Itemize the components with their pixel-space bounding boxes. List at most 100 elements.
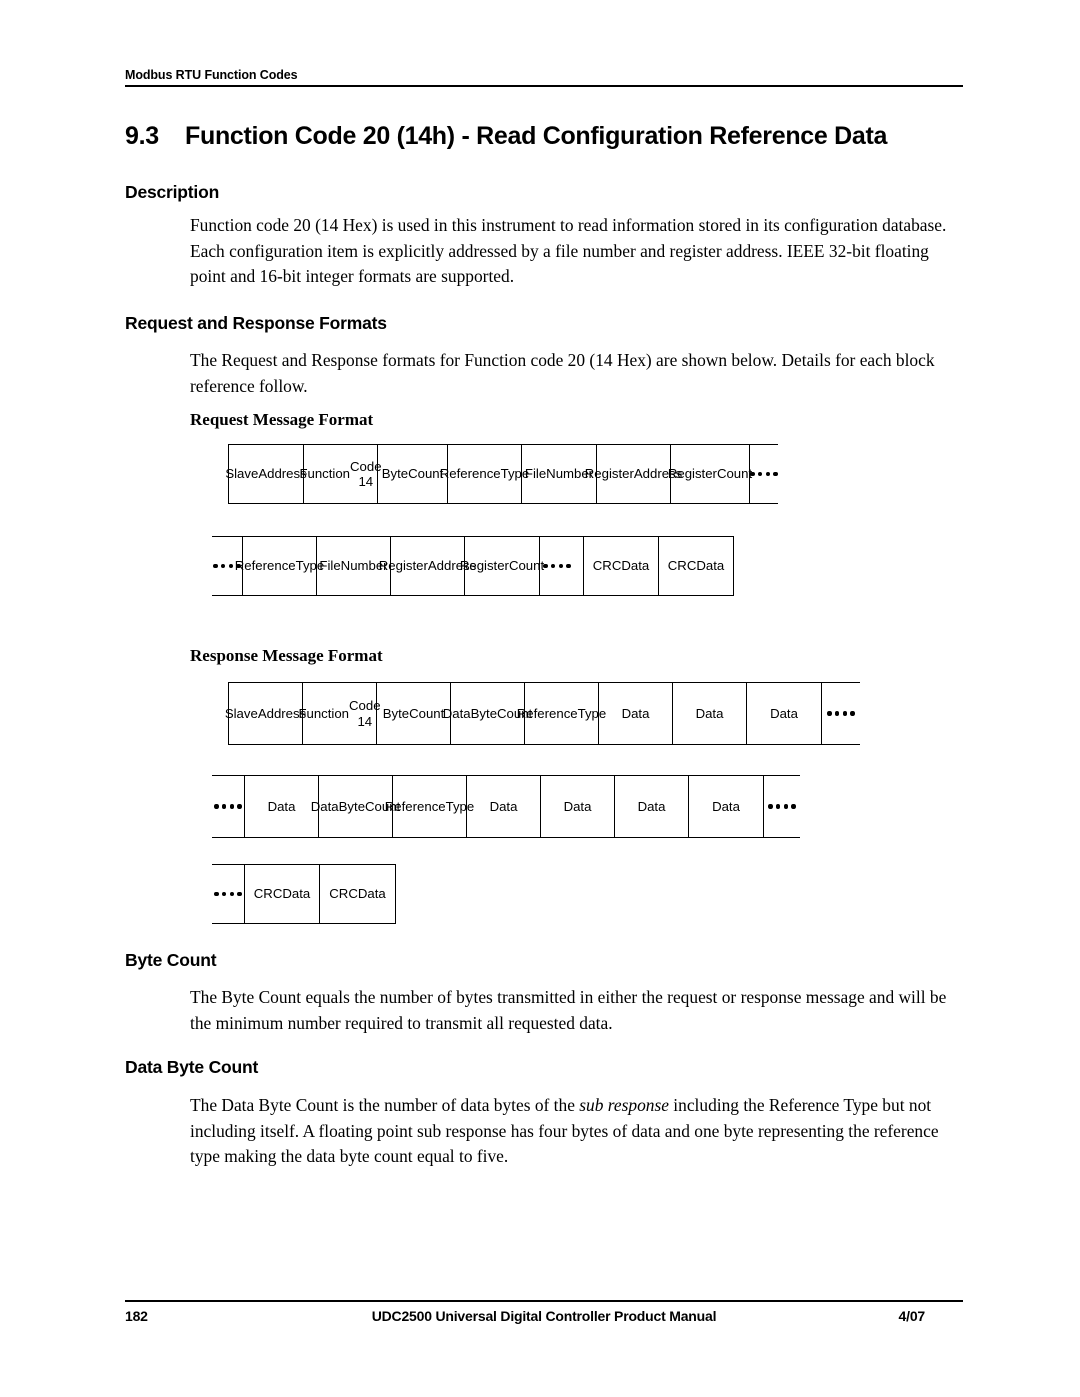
cell-line: Slave [224,705,258,721]
table-cell: Data [245,776,319,837]
cell-line: Function [298,705,350,721]
table-cell: Function Code 14 [299,445,382,503]
cell-line: Register [584,466,634,482]
request-row-2-crc-group: CRC Data CRC Data [570,536,734,596]
header-divider [125,85,963,87]
cell-line: Function [299,466,351,482]
response-row-2-leading-continuation [212,775,244,838]
table-cell: Reference Type [385,776,474,837]
footer-date: 4/07 [898,1308,926,1324]
cell-line: Reference [516,705,578,721]
cell-line: Reference [384,798,446,814]
cell-line: Byte [470,705,498,721]
cell-line: Byte [338,798,366,814]
heading-data-byte-count: Data Byte Count [125,1057,259,1077]
paragraph-description: Function code 20 (14 Hex) is used in thi… [190,215,947,286]
cell-line: Data [712,798,740,814]
dbc-text-italic: sub response [579,1095,669,1115]
table-cell: Byte Count [377,683,451,744]
table-cell: Data Byte Count [311,776,400,837]
heading-request-message-format: Request Message Format [190,410,374,429]
table-cell: Reference Type [440,445,529,503]
ellipsis-dots [214,804,242,809]
cell-line: Reference [439,466,501,482]
table-cell: Slave Address [225,445,307,503]
cell-line: Register [378,558,428,574]
cell-line: Register [667,466,717,482]
footer-divider [125,1300,963,1302]
document-page: Modbus RTU Function Codes 9.3 Function Co… [0,0,1080,1397]
cell-line: Data [770,705,798,721]
cell-line: CRC [329,886,358,902]
request-row-2-middle-continuation [540,536,574,596]
table-cell: Reference Type [517,683,606,744]
cell-line: Reference [234,558,296,574]
table-cell: Register Count [460,537,544,595]
section-number: 9.3 [125,122,159,150]
request-row-2-crc-cells: CRC Data CRC Data [583,536,734,596]
cell-line: Count [409,705,445,721]
cell-line: Count [716,466,753,482]
paragraph-byte-count: The Byte Count equals the number of byte… [190,987,947,1033]
cell-line: Data [282,886,311,902]
footer-manual-title: UDC2500 Universal Digital Controller Pro… [371,1308,717,1324]
cell-line: Count [508,558,545,574]
table-cell: CRC Data [320,865,395,923]
table-cell: Function Code 14 [298,683,381,744]
table-cell: Byte Count [378,445,448,503]
table-cell: Data [747,683,821,744]
cell-line: Data [357,886,386,902]
cell-line: Data [696,558,725,574]
page-title: 9.3 Function Code 20 (14h) - Read Configu… [125,122,985,151]
section-title-text: Function Code 20 (14h) - Read Configurat… [185,122,888,150]
response-row-1-group: Slave Address Function Code 14 Byte Count D… [224,682,860,745]
ellipsis-dots [750,471,778,477]
request-row-1-group: Slave Address Function Code 14 Byte Count R… [225,444,778,504]
response-row-3-group: CRC Data CRC Data [212,864,396,924]
cell-line: Data [267,798,296,814]
paragraph-formats: The Request and Response formats for Fun… [190,350,935,396]
heading-description: Description [125,182,220,202]
ellipsis-dots [768,804,796,809]
response-row-1-continuation [822,682,860,745]
table-cell: Register Address [585,445,682,503]
cell-line: Code 14 [349,698,381,729]
cell-line: Byte [381,466,409,482]
cell-line: Count [408,466,444,482]
table-cell: CRC Data [245,865,320,923]
ellipsis-dots [214,891,242,897]
table-cell: Data [615,776,689,837]
cell-line: Data [310,798,339,814]
response-row-2-group: Data Data Byte Count Reference Type Data Da… [212,775,800,838]
footer-row: 182 UDC2500 Universal Digital Controller… [125,1308,963,1338]
cell-line: CRC [253,886,283,902]
ellipsis-dots [827,711,855,716]
running-header: Modbus RTU Function Codes [125,68,963,87]
ellipsis-dots [543,563,571,569]
cell-line: Data [442,705,471,721]
heading-response-message-format: Response Message Format [190,646,383,665]
cell-line: Code 14 [350,458,382,490]
cell-line: Data [637,798,666,814]
response-row-1-cells: Slave Address Function Code 14 Byte Count D… [224,682,822,745]
cell-line: Slave [225,466,259,482]
request-row-1-cells: Slave Address Function Code 14 Byte Count R… [225,444,753,504]
heading-request-response-formats: Request and Response Formats [125,313,387,333]
table-cell: Reference Type [235,537,324,595]
table-cell: Data [541,776,615,837]
heading-byte-count: Byte Count [125,950,217,970]
cell-line: File [524,466,547,482]
table-cell: Register Count [667,445,753,503]
table-cell: CRC Data [584,537,659,595]
table-cell: Data [599,683,673,744]
cell-line: Data [621,558,650,574]
cell-line: CRC [667,558,697,574]
response-row-3-leading-continuation [212,864,244,924]
response-row-3-crc-cells: CRC Data CRC Data [244,864,396,924]
cell-line: Data [621,705,650,721]
table-cell: Data [673,683,747,744]
cell-line: Data [489,798,518,814]
table-cell: Data Byte Count [443,683,532,744]
request-row-2-cells: Reference Type File Number Register Address… [235,536,544,596]
table-cell: CRC Data [659,537,733,595]
